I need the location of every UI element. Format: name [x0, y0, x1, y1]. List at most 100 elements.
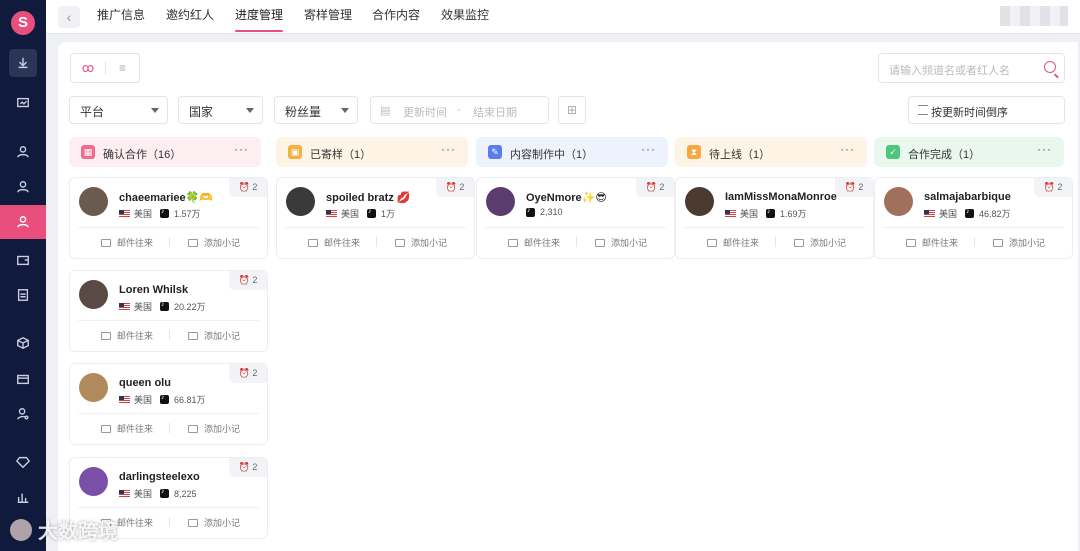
- tab-samples[interactable]: 寄样管理: [304, 0, 352, 34]
- influencer-name[interactable]: Loren Whilsk: [119, 284, 188, 296]
- tab-monitoring[interactable]: 效果监控: [441, 0, 489, 34]
- add-note-button[interactable]: 添加小记: [188, 236, 240, 249]
- fans-select[interactable]: 粉丝量: [274, 96, 358, 124]
- add-note-button[interactable]: 添加小记: [395, 236, 447, 249]
- tab-invite-influencers[interactable]: 邀约红人: [166, 0, 214, 34]
- separator: [169, 423, 170, 433]
- influencer-name[interactable]: spoiled bratz 💋: [326, 191, 411, 204]
- avatar[interactable]: [79, 280, 108, 309]
- add-note-button[interactable]: 添加小记: [188, 329, 240, 342]
- wallet-icon[interactable]: [0, 243, 46, 277]
- user-active-icon[interactable]: [0, 205, 46, 239]
- add-note-button[interactable]: 添加小记: [188, 516, 240, 529]
- mail-button[interactable]: 邮件往来: [101, 236, 153, 249]
- avatar[interactable]: [685, 187, 714, 216]
- back-button[interactable]: ‹: [58, 6, 80, 28]
- mail-button[interactable]: 邮件往来: [101, 422, 153, 435]
- monitor-icon[interactable]: [0, 86, 46, 120]
- influencer-meta: 美国 20.22万: [119, 300, 206, 313]
- list-view-icon[interactable]: ≡: [105, 61, 139, 75]
- reminder-badge[interactable]: ⏰ 2: [636, 178, 674, 197]
- reminder-badge[interactable]: ⏰ 2: [229, 178, 267, 197]
- influencer-name[interactable]: salmajabarbique: [924, 191, 1011, 203]
- add-note-button[interactable]: 添加小记: [188, 422, 240, 435]
- avatar[interactable]: [286, 187, 315, 216]
- reminder-badge[interactable]: ⏰ 2: [436, 178, 474, 197]
- divider: [883, 227, 1064, 228]
- search-icon[interactable]: [1044, 61, 1056, 73]
- influencer-card[interactable]: OyeNmore✨😎 2,310 ⏰ 2 邮件往来 添加小记: [476, 177, 675, 259]
- influencer-card[interactable]: IamMissMonaMonroe 美国 1.69万 ⏰ 2 邮件往来 添加小记: [675, 177, 874, 259]
- influencer-name[interactable]: darlingsteelexo: [119, 471, 200, 483]
- divider: [684, 227, 865, 228]
- column-title: 合作完成（1）: [908, 149, 981, 161]
- separator: [974, 237, 975, 247]
- mail-button[interactable]: 邮件往来: [707, 236, 759, 249]
- fans-count: 1万: [381, 209, 396, 219]
- mail-icon: [906, 238, 916, 247]
- influencer-name[interactable]: queen olu: [119, 377, 171, 389]
- download-icon[interactable]: [9, 49, 37, 77]
- search-input[interactable]: 请输入频道名或者红人名: [878, 53, 1065, 83]
- mail-label: 邮件往来: [117, 238, 154, 248]
- more-icon[interactable]: ···: [641, 142, 656, 156]
- tab-promo-info[interactable]: 推广信息: [97, 0, 145, 34]
- package-icon[interactable]: [0, 362, 46, 396]
- note-label: 添加小记: [204, 331, 241, 341]
- reminder-badge[interactable]: ⏰ 2: [229, 364, 267, 383]
- add-note-button[interactable]: 添加小记: [794, 236, 846, 249]
- reminder-badge[interactable]: ⏰ 2: [1034, 178, 1072, 197]
- avatar[interactable]: [884, 187, 913, 216]
- sort-button[interactable]: 按更新时间倒序: [908, 96, 1065, 124]
- country-label: 美国: [134, 489, 153, 499]
- chart-icon[interactable]: [0, 480, 46, 514]
- report-icon[interactable]: [0, 278, 46, 312]
- user-icon[interactable]: [0, 170, 46, 204]
- avatar[interactable]: [79, 467, 108, 496]
- date-range-picker[interactable]: ▤ 更新时间 - 结束日期: [370, 96, 549, 124]
- grid-icon[interactable]: ⊞: [558, 96, 586, 124]
- influencer-name[interactable]: OyeNmore✨😎: [526, 191, 607, 204]
- influencer-card[interactable]: spoiled bratz 💋 美国 1万 ⏰ 2 邮件往来 添加小记: [276, 177, 475, 259]
- tab-content[interactable]: 合作内容: [372, 0, 420, 34]
- influencer-card[interactable]: chaeemariee🍀🫶 美国 1.57万 ⏰ 2 邮件往来 添加小记: [69, 177, 268, 259]
- caret-down-icon: [341, 108, 349, 113]
- add-note-button[interactable]: 添加小记: [993, 236, 1045, 249]
- app-logo[interactable]: S: [11, 11, 35, 35]
- mail-button[interactable]: 邮件往来: [101, 329, 153, 342]
- influencer-card[interactable]: salmajabarbique 美国 46.82万 ⏰ 2 邮件往来 添加小记: [874, 177, 1073, 259]
- more-icon[interactable]: ···: [1037, 142, 1052, 156]
- user-avatar-blurred[interactable]: [1000, 6, 1068, 26]
- user-settings-icon[interactable]: [0, 397, 46, 431]
- reminder-badge[interactable]: ⏰ 2: [835, 178, 873, 197]
- kanban-view-icon[interactable]: ꝏ: [71, 61, 105, 75]
- mail-button[interactable]: 邮件往来: [508, 236, 560, 249]
- separator: [376, 237, 377, 247]
- avatar[interactable]: [79, 187, 108, 216]
- avatar[interactable]: [79, 373, 108, 402]
- mail-button[interactable]: 邮件往来: [906, 236, 958, 249]
- more-icon[interactable]: ···: [441, 142, 456, 156]
- influencer-name[interactable]: chaeemariee🍀🫶: [119, 191, 213, 204]
- box-icon[interactable]: [0, 326, 46, 360]
- separator: [576, 237, 577, 247]
- note-label: 添加小记: [810, 238, 847, 248]
- influencer-name[interactable]: IamMissMonaMonroe: [725, 191, 837, 203]
- mail-label: 邮件往来: [324, 238, 361, 248]
- reminder-badge[interactable]: ⏰ 2: [229, 458, 267, 477]
- mail-button[interactable]: 邮件往来: [308, 236, 360, 249]
- avatar[interactable]: [486, 187, 515, 216]
- mail-icon: [508, 238, 518, 247]
- more-icon[interactable]: ···: [840, 142, 855, 156]
- influencer-card[interactable]: Loren Whilsk 美国 20.22万 ⏰ 2 邮件往来 添加小记: [69, 270, 268, 352]
- diamond-icon[interactable]: [0, 445, 46, 479]
- tab-progress[interactable]: 进度管理: [235, 0, 284, 34]
- divider: [485, 227, 666, 228]
- user-icon[interactable]: [0, 135, 46, 169]
- add-note-button[interactable]: 添加小记: [595, 236, 647, 249]
- platform-select[interactable]: 平台: [69, 96, 168, 124]
- reminder-badge[interactable]: ⏰ 2: [229, 271, 267, 290]
- country-select[interactable]: 国家: [178, 96, 263, 124]
- influencer-card[interactable]: queen olu 美国 66.81万 ⏰ 2 邮件往来 添加小记: [69, 363, 268, 445]
- more-icon[interactable]: ···: [234, 142, 249, 156]
